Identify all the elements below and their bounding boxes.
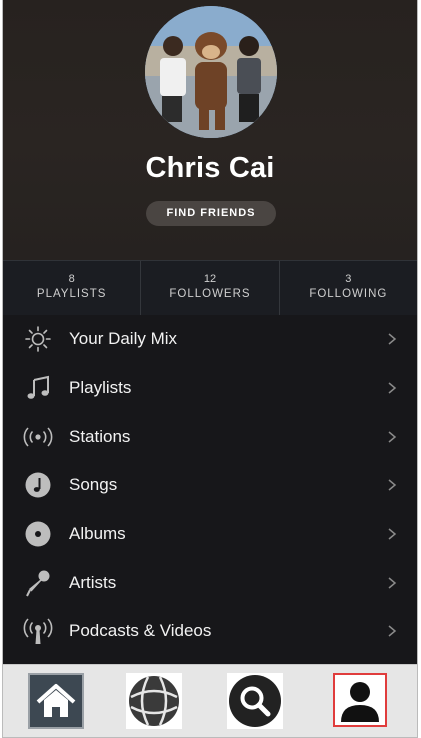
stat-following-label: FOLLOWING [309,288,388,300]
chevron-right-icon [388,382,397,394]
menu-item-daily-mix[interactable]: Your Daily Mix [3,315,417,364]
stat-playlists-count: 8 [68,273,75,285]
podcast-icon [21,614,55,648]
chevron-right-icon [388,333,397,345]
profile-header: Chris Cai FIND FRIENDS [3,0,417,260]
music-note-icon [21,371,55,405]
profile-name: Chris Cai [145,152,275,184]
stat-following[interactable]: 3 FOLLOWING [280,261,417,315]
menu-item-podcasts[interactable]: Podcasts & Videos [3,607,417,656]
chevron-right-icon [388,528,397,540]
find-friends-button[interactable]: FIND FRIENDS [146,201,276,226]
profile-avatar[interactable] [145,6,277,138]
menu-item-songs[interactable]: Songs [3,461,417,510]
browse-globe-icon [126,673,182,729]
menu-item-label: Your Daily Mix [69,329,178,349]
menu-item-label: Albums [69,524,126,544]
menu-item-playlists[interactable]: Playlists [3,364,417,413]
stat-playlists[interactable]: 8 PLAYLISTS [3,261,142,315]
radio-waves-icon [21,420,55,454]
tab-home[interactable] [28,673,84,729]
chevron-right-icon [388,479,397,491]
menu-item-label: Songs [69,475,118,495]
stat-following-count: 3 [345,273,352,285]
search-icon [227,673,283,729]
home-icon [28,673,84,729]
microphone-icon [21,566,55,600]
menu-item-albums[interactable]: Albums [3,510,417,559]
menu-item-label: Stations [69,426,131,446]
profile-icon [341,682,379,722]
menu-item-label: Podcasts & Videos [69,621,212,641]
album-disc-icon [21,517,55,551]
menu-item-artists[interactable]: Artists [3,558,417,607]
menu-item-stations[interactable]: Stations [3,412,417,461]
library-menu: Your Daily Mix Playlists Stations Songs … [3,315,417,656]
song-note-icon [21,468,55,502]
chevron-right-icon [388,431,397,443]
chevron-right-icon [388,625,397,638]
stat-followers-label: FOLLOWERS [169,288,251,300]
tab-search[interactable] [227,673,283,729]
sun-icon [21,322,55,356]
tab-browse[interactable] [126,673,182,729]
menu-item-label: Artists [69,572,117,592]
chevron-right-icon [388,577,397,589]
stat-playlists-label: PLAYLISTS [36,288,107,300]
menu-item-label: Playlists [69,378,132,398]
profile-stats: 8 PLAYLISTS 12 FOLLOWERS 3 FOLLOWING [3,260,417,315]
avatar-photo [145,6,277,138]
stat-followers[interactable]: 12 FOLLOWERS [141,261,280,315]
tab-profile[interactable] [333,673,387,727]
phone-screen: Chris Cai FIND FRIENDS 8 PLAYLISTS 12 FO… [2,0,418,738]
stat-followers-count: 12 [203,273,217,285]
bottom-tab-bar [3,664,417,737]
